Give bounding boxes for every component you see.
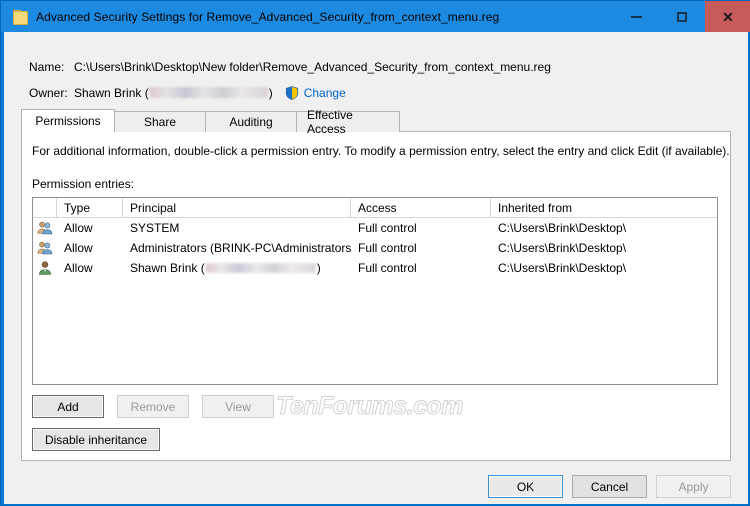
cell-principal: Shawn Brink () bbox=[123, 261, 351, 275]
name-row: Name: C:\Users\Brink\Desktop\New folder\… bbox=[4, 57, 748, 77]
owner-value: Shawn Brink () bbox=[74, 86, 273, 100]
cell-inherited-from: C:\Users\Brink\Desktop\ bbox=[498, 261, 627, 275]
owner-paren-close: ) bbox=[268, 86, 273, 100]
cell-access: Full control bbox=[358, 221, 417, 235]
permissions-tab-panel: For additional information, double-click… bbox=[21, 131, 731, 461]
disable-inheritance-button[interactable]: Disable inheritance bbox=[32, 428, 160, 451]
cell-access: Full control bbox=[358, 261, 417, 275]
entry-action-buttons: Add Remove View bbox=[32, 395, 274, 418]
cell-principal-paren-close: ) bbox=[316, 261, 321, 275]
cell-principal: SYSTEM bbox=[130, 221, 180, 235]
owner-name-text: Shawn Brink ( bbox=[74, 86, 149, 100]
cell-principal: Administrators (BRINK-PC\Administrators) bbox=[130, 241, 351, 255]
ok-button[interactable]: OK bbox=[488, 475, 563, 498]
view-button[interactable]: View bbox=[202, 395, 274, 418]
table-row[interactable]: Allow Shawn Brink () Full control C:\Use… bbox=[33, 258, 717, 278]
column-header-type[interactable]: Type bbox=[57, 198, 123, 217]
table-row[interactable]: Allow SYSTEM Full control C:\Users\Brink… bbox=[33, 218, 717, 238]
uac-shield-icon bbox=[285, 86, 299, 100]
column-header-principal[interactable]: Principal bbox=[123, 198, 351, 217]
add-button[interactable]: Add bbox=[32, 395, 104, 418]
tab-share[interactable]: Share bbox=[114, 111, 206, 132]
owner-label: Owner: bbox=[29, 86, 68, 100]
cell-type: Allow bbox=[64, 221, 93, 235]
window-controls: ✕ bbox=[613, 1, 750, 32]
list-header-row: Type Principal Access Inherited from bbox=[33, 198, 717, 218]
name-label: Name: bbox=[29, 60, 65, 74]
owner-redacted-email bbox=[149, 87, 268, 98]
tab-permissions[interactable]: Permissions bbox=[21, 109, 115, 132]
folder-icon bbox=[12, 9, 28, 25]
close-button[interactable]: ✕ bbox=[705, 1, 750, 32]
group-icon bbox=[33, 220, 57, 236]
user-icon bbox=[33, 260, 57, 276]
cell-type: Allow bbox=[64, 261, 93, 275]
minimize-button[interactable] bbox=[613, 1, 659, 32]
table-row[interactable]: Allow Administrators (BRINK-PC\Administr… bbox=[33, 238, 717, 258]
close-icon: ✕ bbox=[722, 8, 734, 25]
tab-auditing[interactable]: Auditing bbox=[205, 111, 297, 132]
column-header-icon[interactable] bbox=[33, 198, 57, 217]
cell-access: Full control bbox=[358, 241, 417, 255]
dialog-action-buttons: OK Cancel Apply bbox=[488, 475, 731, 498]
info-text: For additional information, double-click… bbox=[32, 144, 730, 158]
dialog-footer: OK Cancel Apply bbox=[4, 469, 748, 504]
minimize-icon bbox=[630, 15, 642, 18]
remove-button[interactable]: Remove bbox=[117, 395, 189, 418]
cancel-button[interactable]: Cancel bbox=[572, 475, 647, 498]
cell-inherited-from: C:\Users\Brink\Desktop\ bbox=[498, 221, 627, 235]
advanced-security-settings-window: Advanced Security Settings for Remove_Ad… bbox=[0, 0, 750, 506]
cell-principal-text: Shawn Brink ( bbox=[130, 261, 205, 275]
cell-type: Allow bbox=[64, 241, 93, 255]
window-title: Advanced Security Settings for Remove_Ad… bbox=[36, 9, 500, 24]
group-icon bbox=[33, 240, 57, 256]
apply-button[interactable]: Apply bbox=[656, 475, 731, 498]
cell-principal-redacted bbox=[205, 263, 316, 273]
owner-row: Owner: Shawn Brink () Change bbox=[4, 83, 748, 103]
column-header-access[interactable]: Access bbox=[351, 198, 491, 217]
maximize-icon bbox=[677, 11, 687, 22]
permission-entries-label: Permission entries: bbox=[32, 177, 135, 191]
cell-inherited-from: C:\Users\Brink\Desktop\ bbox=[498, 241, 627, 255]
maximize-button[interactable] bbox=[659, 1, 705, 32]
change-owner-link[interactable]: Change bbox=[304, 86, 346, 100]
tab-strip: Permissions Share Auditing Effective Acc… bbox=[21, 108, 400, 136]
name-value: C:\Users\Brink\Desktop\New folder\Remove… bbox=[74, 60, 551, 74]
permission-entries-list[interactable]: Type Principal Access Inherited from All… bbox=[32, 197, 718, 385]
tab-effective-access[interactable]: Effective Access bbox=[296, 108, 400, 136]
dialog-client-area: Name: C:\Users\Brink\Desktop\New folder\… bbox=[4, 32, 748, 504]
title-bar[interactable]: Advanced Security Settings for Remove_Ad… bbox=[1, 1, 750, 32]
column-header-inherited-from[interactable]: Inherited from bbox=[491, 198, 717, 217]
